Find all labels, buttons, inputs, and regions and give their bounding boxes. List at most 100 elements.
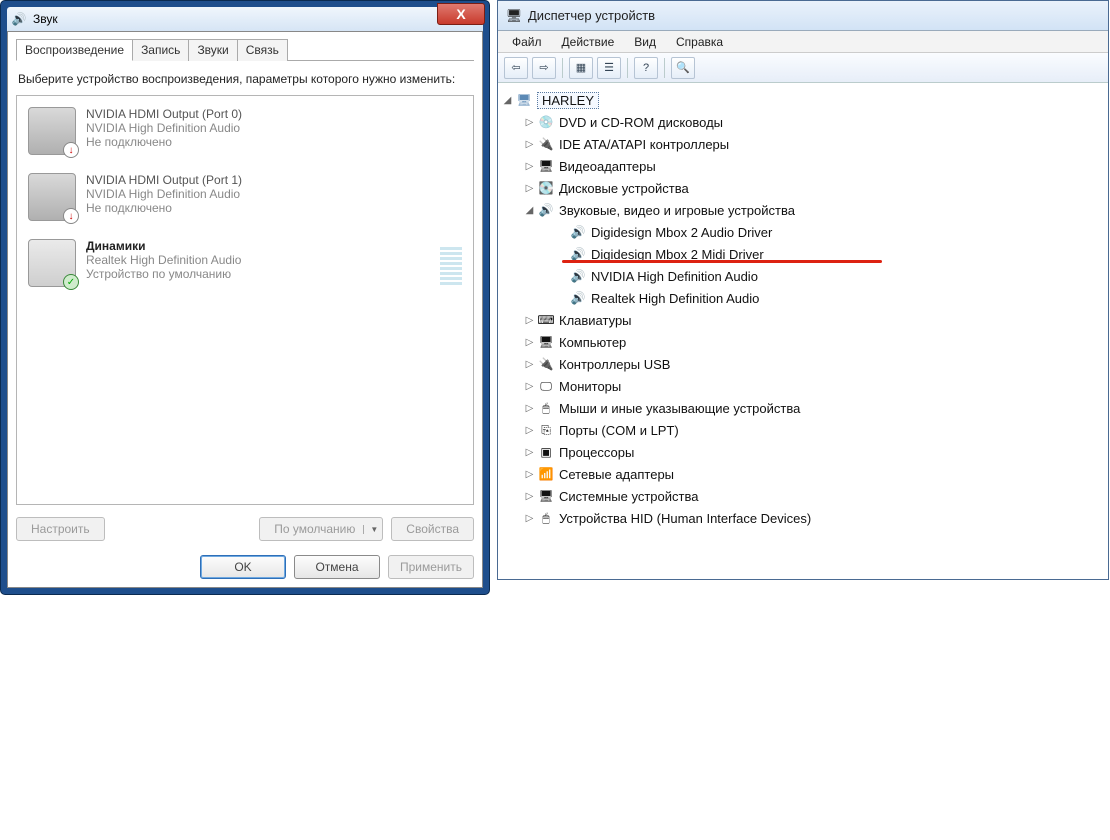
- device-status: Не подключено: [86, 135, 242, 149]
- tree-category[interactable]: ▷🖥Системные устройства: [502, 485, 1104, 507]
- toolbar-separator: [627, 58, 628, 78]
- disk-icon: 💽: [537, 179, 555, 197]
- device-list[interactable]: ↓ NVIDIA HDMI Output (Port 0) NVIDIA Hig…: [16, 95, 474, 505]
- speaker-icon: 🔊: [569, 289, 587, 307]
- properties-button[interactable]: Свойства: [391, 517, 474, 541]
- properties-button[interactable]: ☰: [597, 57, 621, 79]
- expand-icon[interactable]: ▷: [524, 469, 535, 480]
- tree-category[interactable]: ▷🖱Мыши и иные указывающие устройства: [502, 397, 1104, 419]
- tab-playback[interactable]: Воспроизведение: [16, 39, 133, 61]
- menu-action[interactable]: Действие: [554, 33, 623, 51]
- device-item-default[interactable]: ✓ Динамики Realtek High Definition Audio…: [21, 234, 469, 292]
- arrow-down-icon: ↓: [63, 208, 79, 224]
- tree-category[interactable]: ▷🖥Компьютер: [502, 331, 1104, 353]
- cancel-button[interactable]: Отмена: [294, 555, 380, 579]
- tab-sounds[interactable]: Звуки: [188, 39, 237, 61]
- device-item[interactable]: ↓ NVIDIA HDMI Output (Port 1) NVIDIA Hig…: [21, 168, 469, 226]
- speak-icon: 🔊: [537, 201, 555, 219]
- menu-help[interactable]: Справка: [668, 33, 731, 51]
- expand-icon[interactable]: ▷: [524, 381, 535, 392]
- device-name: NVIDIA HDMI Output (Port 1): [86, 173, 242, 187]
- tree-category[interactable]: ▷💽 Дисковые устройства: [502, 177, 1104, 199]
- tree-root[interactable]: ◢🖥HARLEY: [502, 89, 1104, 111]
- category-label: Звуковые, видео и игровые устройства: [559, 203, 795, 218]
- tree-category[interactable]: ▷💿DVD и CD-ROM дисководы: [502, 111, 1104, 133]
- expand-icon[interactable]: ▷: [524, 117, 535, 128]
- forward-button[interactable]: ⇨: [532, 57, 556, 79]
- ide-icon: 🔌: [537, 135, 555, 153]
- kb-icon: ⌨: [537, 311, 555, 329]
- category-label: Контроллеры USB: [559, 357, 670, 372]
- tree-category[interactable]: ◢🔊 Звуковые, видео и игровые устройства: [502, 199, 1104, 221]
- ok-button[interactable]: OK: [200, 555, 286, 579]
- tree-device[interactable]: 🔊Realtek High Definition Audio: [502, 287, 1104, 309]
- tab-comm[interactable]: Связь: [237, 39, 288, 61]
- tree-category[interactable]: ▷🔌IDE ATA/ATAPI контроллеры: [502, 133, 1104, 155]
- category-label: Дисковые устройства: [559, 181, 689, 196]
- close-button[interactable]: X: [437, 3, 485, 25]
- mon-icon: 🖵: [537, 377, 555, 395]
- tree-category[interactable]: ▷🔌 Контроллеры USB: [502, 353, 1104, 375]
- expand-icon[interactable]: ▷: [524, 337, 535, 348]
- expand-icon[interactable]: ▷: [524, 359, 535, 370]
- expand-icon[interactable]: ▷: [524, 447, 535, 458]
- back-button[interactable]: ⇦: [504, 57, 528, 79]
- expand-icon[interactable]: ◢: [524, 205, 535, 216]
- menu-file[interactable]: Файл: [504, 33, 550, 51]
- help-button[interactable]: ?: [634, 57, 658, 79]
- tab-record[interactable]: Запись: [132, 39, 189, 61]
- expand-icon[interactable]: ▷: [524, 513, 535, 524]
- sound-body: Воспроизведение Запись Звуки Связь Выбер…: [7, 31, 483, 588]
- tree-category[interactable]: ▷⌨Клавиатуры: [502, 309, 1104, 331]
- expand-icon[interactable]: ▷: [524, 425, 535, 436]
- device-driver: Realtek High Definition Audio: [86, 253, 241, 267]
- toolbar-separator: [562, 58, 563, 78]
- tree-category[interactable]: ▷📶Сетевые адаптеры: [502, 463, 1104, 485]
- monitor-icon: ↓: [28, 107, 76, 155]
- menubar: Файл Действие Вид Справка: [498, 31, 1108, 53]
- tree-device[interactable]: 🔊Digidesign Mbox 2 Audio Driver: [502, 221, 1104, 243]
- device-text: NVIDIA HDMI Output (Port 0) NVIDIA High …: [86, 107, 242, 155]
- set-default-button[interactable]: По умолчанию: [259, 517, 383, 541]
- device-text: NVIDIA HDMI Output (Port 1) NVIDIA High …: [86, 173, 242, 221]
- scan-button[interactable]: 🔍: [671, 57, 695, 79]
- tree-device[interactable]: 🔊 NVIDIA High Definition Audio: [502, 265, 1104, 287]
- sound-titlebar[interactable]: 🔊 Звук X: [7, 7, 483, 31]
- expand-icon[interactable]: ▷: [524, 161, 535, 172]
- expand-icon[interactable]: ▷: [524, 315, 535, 326]
- category-label: Мониторы: [559, 379, 621, 394]
- device-status: Устройство по умолчанию: [86, 267, 241, 281]
- tree-category[interactable]: ▷🖵 Мониторы: [502, 375, 1104, 397]
- disc-icon: 💿: [537, 113, 555, 131]
- expand-icon[interactable]: ▷: [524, 403, 535, 414]
- category-label: Порты (COM и LPT): [559, 423, 679, 438]
- devmgr-titlebar[interactable]: 🖥 Диспетчер устройств: [498, 1, 1108, 31]
- device-item[interactable]: ↓ NVIDIA HDMI Output (Port 0) NVIDIA Hig…: [21, 102, 469, 160]
- speaker-icon: ✓: [28, 239, 76, 287]
- expand-icon[interactable]: ▷: [524, 183, 535, 194]
- tree-category[interactable]: ▷⎘Порты (COM и LPT): [502, 419, 1104, 441]
- sound-window: 🔊 Звук X Воспроизведение Запись Звуки Св…: [0, 0, 490, 595]
- device-label: Digidesign Mbox 2 Audio Driver: [591, 225, 772, 240]
- device-driver: NVIDIA High Definition Audio: [86, 121, 242, 135]
- configure-button[interactable]: Настроить: [16, 517, 105, 541]
- apply-button[interactable]: Применить: [388, 555, 474, 579]
- tree-category[interactable]: ▷▣Процессоры: [502, 441, 1104, 463]
- device-driver: NVIDIA High Definition Audio: [86, 187, 242, 201]
- device-tree[interactable]: ◢🖥HARLEY▷💿DVD и CD-ROM дисководы▷🔌IDE AT…: [498, 83, 1108, 579]
- speaker-icon: 🔊: [11, 11, 27, 27]
- speaker-icon: 🔊: [569, 267, 587, 285]
- category-label: Компьютер: [559, 335, 626, 350]
- usb-icon: 🔌: [537, 355, 555, 373]
- category-label: Процессоры: [559, 445, 634, 460]
- expand-icon[interactable]: ▷: [524, 491, 535, 502]
- show-hide-button[interactable]: ▦: [569, 57, 593, 79]
- device-manager-window: 🖥 Диспетчер устройств Файл Действие Вид …: [497, 0, 1109, 580]
- arrow-down-icon: ↓: [63, 142, 79, 158]
- menu-view[interactable]: Вид: [626, 33, 664, 51]
- expand-icon[interactable]: ▷: [524, 139, 535, 150]
- hid-icon: 🖱: [537, 509, 555, 527]
- tree-category[interactable]: ▷🖱Устройства HID (Human Interface Device…: [502, 507, 1104, 529]
- tree-category[interactable]: ▷🖥Видеоадаптеры: [502, 155, 1104, 177]
- device-label: NVIDIA High Definition Audio: [591, 269, 758, 284]
